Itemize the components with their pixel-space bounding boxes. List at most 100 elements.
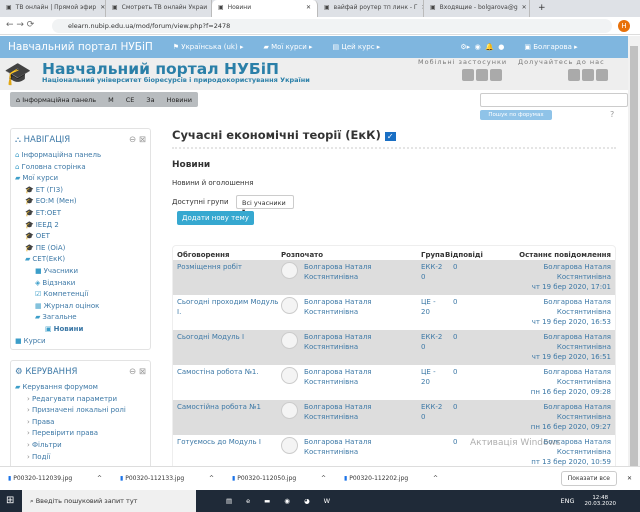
last-post-date[interactable]: пт 13 бер 2020, 10:59 [531,458,611,466]
last-post-author[interactable]: Болгарова Наталя Костянтинівна [544,403,612,421]
breadcrumb-item[interactable]: М [108,96,114,104]
last-post-author[interactable]: Болгарова Наталя Костянтинівна [544,368,612,386]
nav-item[interactable]: ▰ Загальне [15,313,150,325]
header-discussion[interactable]: Обговорення [177,251,281,259]
last-post-date[interactable]: чт 19 бер 2020, 16:53 [532,318,611,326]
settings-icon[interactable]: ⚙▸ ◉ 🔔 ● [460,43,504,51]
discussion-link[interactable]: Самостіна робота №1. [177,367,281,398]
last-post-author[interactable]: Болгарова Наталя Костянтинівна [544,333,612,351]
management-item[interactable]: › Фільтри [15,441,150,453]
avatar[interactable] [281,262,298,279]
tray-clock[interactable]: 12:48 20.03.2020 [585,495,617,507]
nav-item[interactable]: 🎓 ЕТ (ГІЗ) [15,186,150,198]
nav-item[interactable]: 🎓 ОЕТ [15,232,150,244]
last-post-date[interactable]: пн 16 бер 2020, 09:27 [531,423,611,431]
nav-item[interactable]: ■ Учасники [15,267,150,279]
mobile-app-icons[interactable] [462,69,504,83]
download-item[interactable]: ▮ P00320-112050.jpg ^ [224,475,336,482]
nav-item[interactable]: ⌂ Інформаційна панель [15,151,150,163]
url-input[interactable]: elearn.nubip.edu.ua/mod/forum/view.php?f… [52,19,612,33]
avatar[interactable] [281,332,298,349]
page-scrollbar[interactable] [628,36,640,466]
close-tab-icon[interactable]: ✕ [306,4,311,13]
block-controls[interactable]: ⊖ ⊠ [129,367,146,377]
close-tab-icon[interactable]: ✕ [100,4,105,13]
my-courses-menu[interactable]: ▰ Мої курси ▸ [263,43,312,51]
group-link[interactable]: ЦЕ - 20 [421,297,445,328]
last-post-author[interactable]: Болгарова Наталя Костянтинівна [544,298,612,316]
breadcrumb-item[interactable]: СЕ [126,96,135,104]
nav-item[interactable]: 🎓 ПЕ (ОіА) [15,244,150,256]
user-menu[interactable]: ▣ Болгарова ▸ [524,43,577,51]
block-controls[interactable]: ⊖ ⊠ [129,135,146,145]
forum-search-button[interactable]: Пошук по форумах [480,110,552,120]
header-started-by[interactable]: Розпочато [281,251,421,259]
discussion-link[interactable]: Готуємось до Модуль І [177,437,281,468]
discussion-link[interactable]: Сьогодні проходим Модуль І. [177,297,281,328]
discussion-link[interactable]: Сьогодні Модуль І [177,332,281,363]
chevron-up-icon[interactable]: ^ [209,475,214,482]
last-post-date[interactable]: чт 19 бер 2020, 17:01 [532,283,611,291]
header-group[interactable]: Група [421,251,445,259]
nav-item[interactable]: ▰ Мої курси [15,174,150,186]
last-post-author[interactable]: Болгарова Наталя Костянтинівна [544,263,612,281]
tray-lang[interactable]: ENG [560,497,574,505]
download-item[interactable]: ▮ P00320-112039.jpg ^ [0,475,112,482]
author-link[interactable]: Болгарова Наталя Костянтинівна [304,262,421,293]
language-menu[interactable]: ⚑ Українська (uk) ▸ [173,43,244,51]
nav-item[interactable]: 🎓 ЕТ:ОЕТ [15,209,150,221]
management-item[interactable]: › Події [15,453,150,465]
nav-item[interactable]: ⌂ Головна сторінка [15,163,150,175]
close-icon[interactable]: ✕ [627,475,632,482]
management-item[interactable]: › Права [15,418,150,430]
browser-tab[interactable]: ▣Смотреть ТВ онлайн Украи✕ [106,0,212,17]
group-link[interactable]: ЕКК-2 0 [421,262,445,293]
last-post-date[interactable]: чт 19 бер 2020, 16:51 [532,353,611,361]
author-link[interactable]: Болгарова Наталя Костянтинівна [304,402,421,433]
nav-item[interactable]: ▦ Журнал оцінок [15,302,150,314]
taskbar-search-input[interactable]: ⌕ Введіть пошуковий запит тут [22,490,196,512]
author-link[interactable]: Болгарова Наталя Костянтинівна [304,332,421,363]
breadcrumb-item[interactable]: За [146,96,154,104]
navbar-brand[interactable]: Навчальний портал НУБіП [8,41,153,53]
chevron-up-icon[interactable]: ^ [433,475,438,482]
group-link[interactable] [421,437,445,468]
breadcrumb-item[interactable]: ⌂ Інформаційна панель [16,96,96,104]
download-item[interactable]: ▮ P00320-112133.jpg ^ [112,475,224,482]
group-link[interactable]: ЕКК-2 0 [421,402,445,433]
header-replies[interactable]: Відповіді [445,251,489,259]
avatar[interactable] [281,437,298,454]
discussion-link[interactable]: Розміщення робіт [177,262,281,293]
replies-count[interactable]: 0 [445,332,489,363]
browser-tab[interactable]: ▣вайфай роутер тп линк - Г✕ [318,0,424,17]
browser-tab[interactable]: ▣ Новини ✕ [212,0,318,17]
replies-count[interactable]: 0 [445,402,489,433]
author-link[interactable]: Болгарова Наталя Костянтинівна [304,367,421,398]
download-item[interactable]: ▮ P00320-112202.jpg ^ [336,475,448,482]
management-root[interactable]: ▰ Керування форумом [15,383,150,395]
nav-item[interactable]: ■ Курси [15,337,150,349]
this-course-menu[interactable]: ▤ Цей курс ▸ [333,43,381,51]
group-link[interactable]: ЦЕ - 20 [421,367,445,398]
social-icons[interactable] [568,69,610,83]
nav-item[interactable]: 🎓 ЕО:М (Мен) [15,197,150,209]
groups-select[interactable]: Всі учасники ▾ [236,195,294,215]
nav-item[interactable]: ▣ Новини [15,325,150,337]
show-all-button[interactable]: Показати все [560,471,617,486]
forum-search-input[interactable] [480,93,628,107]
nav-item[interactable]: ▰ СЕТ(ЕкК) [15,255,150,267]
nav-item[interactable]: ◈ Відзнаки [15,279,150,291]
author-link[interactable]: Болгарова Наталя Костянтинівна [304,297,421,328]
replies-count[interactable]: 0 [445,297,489,328]
group-link[interactable]: ЕКК-2 0 [421,332,445,363]
back-icon[interactable]: ← → ⟳ [6,20,34,30]
browser-tab[interactable]: ▣ ТВ онлайн | Прямой эфир ✕ [0,0,106,17]
header-last-post[interactable]: Останнє повідомлення [489,251,611,259]
avatar[interactable] [281,367,298,384]
last-post-date[interactable]: пн 16 бер 2020, 09:28 [531,388,611,396]
profile-avatar[interactable]: Н [618,20,630,32]
taskbar-app-icons[interactable]: ▤e▬◉◕W [226,497,344,505]
discussion-link[interactable]: Самостійна робота №1 [177,402,281,433]
replies-count[interactable]: 0 [445,262,489,293]
windows-start-icon[interactable]: ⊞ [6,495,14,506]
